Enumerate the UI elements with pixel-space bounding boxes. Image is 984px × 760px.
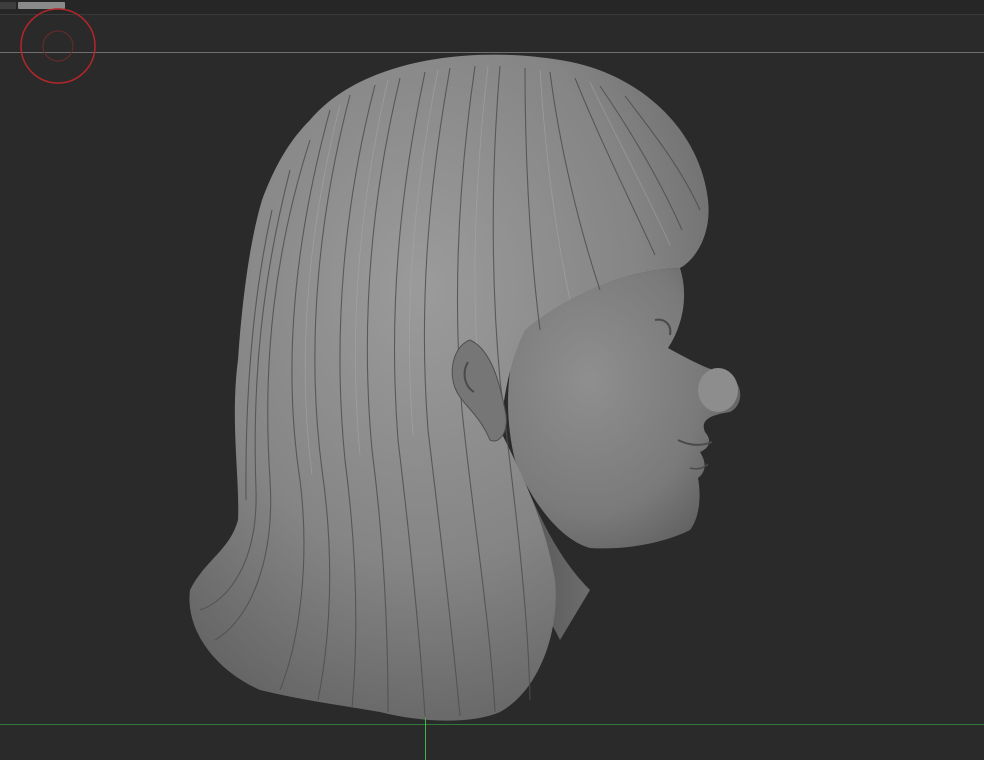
3d-viewport[interactable]: [0, 0, 984, 760]
ground-grid-line: [0, 724, 984, 725]
nose-highlight: [698, 368, 738, 412]
sculpted-head-model[interactable]: [0, 0, 984, 760]
y-axis-line: [425, 718, 426, 760]
